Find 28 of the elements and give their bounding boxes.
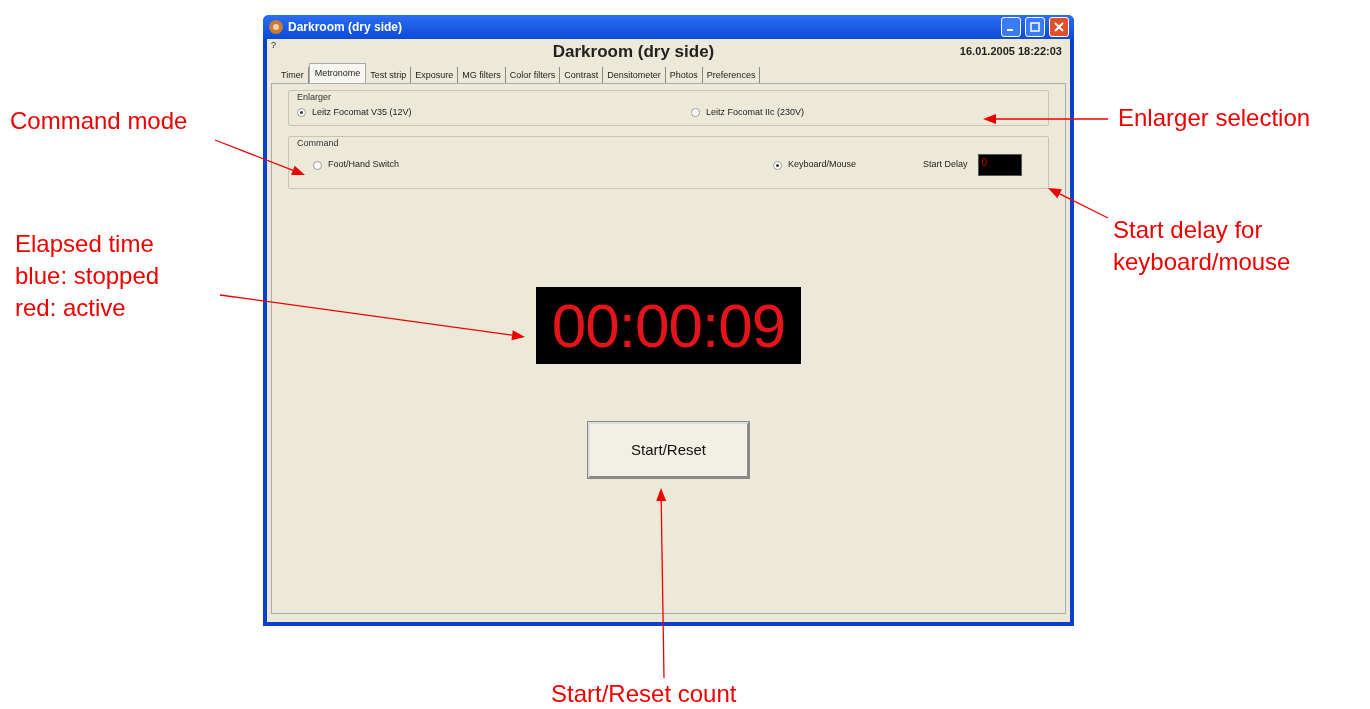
annotation-arrow (1048, 188, 1109, 219)
elapsed-time-display: 00:00:09 (536, 287, 801, 364)
tab[interactable]: Metronome (308, 63, 367, 83)
maximize-icon (1030, 22, 1040, 32)
radio-option[interactable]: Keyboard/Mouse (773, 158, 923, 172)
help-link[interactable]: ? (271, 39, 311, 53)
minimize-button[interactable] (1001, 17, 1021, 37)
group-label: Command (297, 137, 339, 148)
annotation-label: Elapsed time blue: stopped red: active (15, 229, 160, 323)
start-delay-label: Start Delay (923, 158, 968, 172)
start-reset-button[interactable]: Start/Reset (588, 422, 749, 478)
minimize-icon (1007, 29, 1013, 31)
maximize-button[interactable] (1025, 17, 1045, 37)
app-heading: Darkroom (dry side) (551, 41, 716, 63)
radio-option[interactable]: Foot/Hand Switch (313, 158, 773, 172)
annotation-label: Start/Reset count (551, 679, 737, 709)
radio-option[interactable]: Leitz Focomat V35 (12V) (297, 104, 691, 121)
annotation-label: Enlarger selection (1118, 103, 1311, 133)
date-time: 16.01.2005 18:22:03 (958, 44, 1063, 59)
start-delay-field[interactable]: 0 (977, 154, 1022, 176)
group-label: Enlarger (297, 92, 332, 102)
close-icon (1054, 22, 1064, 32)
annotation-label: Command mode (10, 106, 188, 136)
radio-option[interactable]: Leitz Focomat IIc (230V) (691, 104, 805, 121)
close-button[interactable] (1049, 17, 1069, 37)
window-title: Darkroom (dry side) (288, 19, 403, 36)
annotation-label: Start delay for keyboard/mouse (1113, 215, 1291, 277)
app-icon (268, 19, 284, 35)
